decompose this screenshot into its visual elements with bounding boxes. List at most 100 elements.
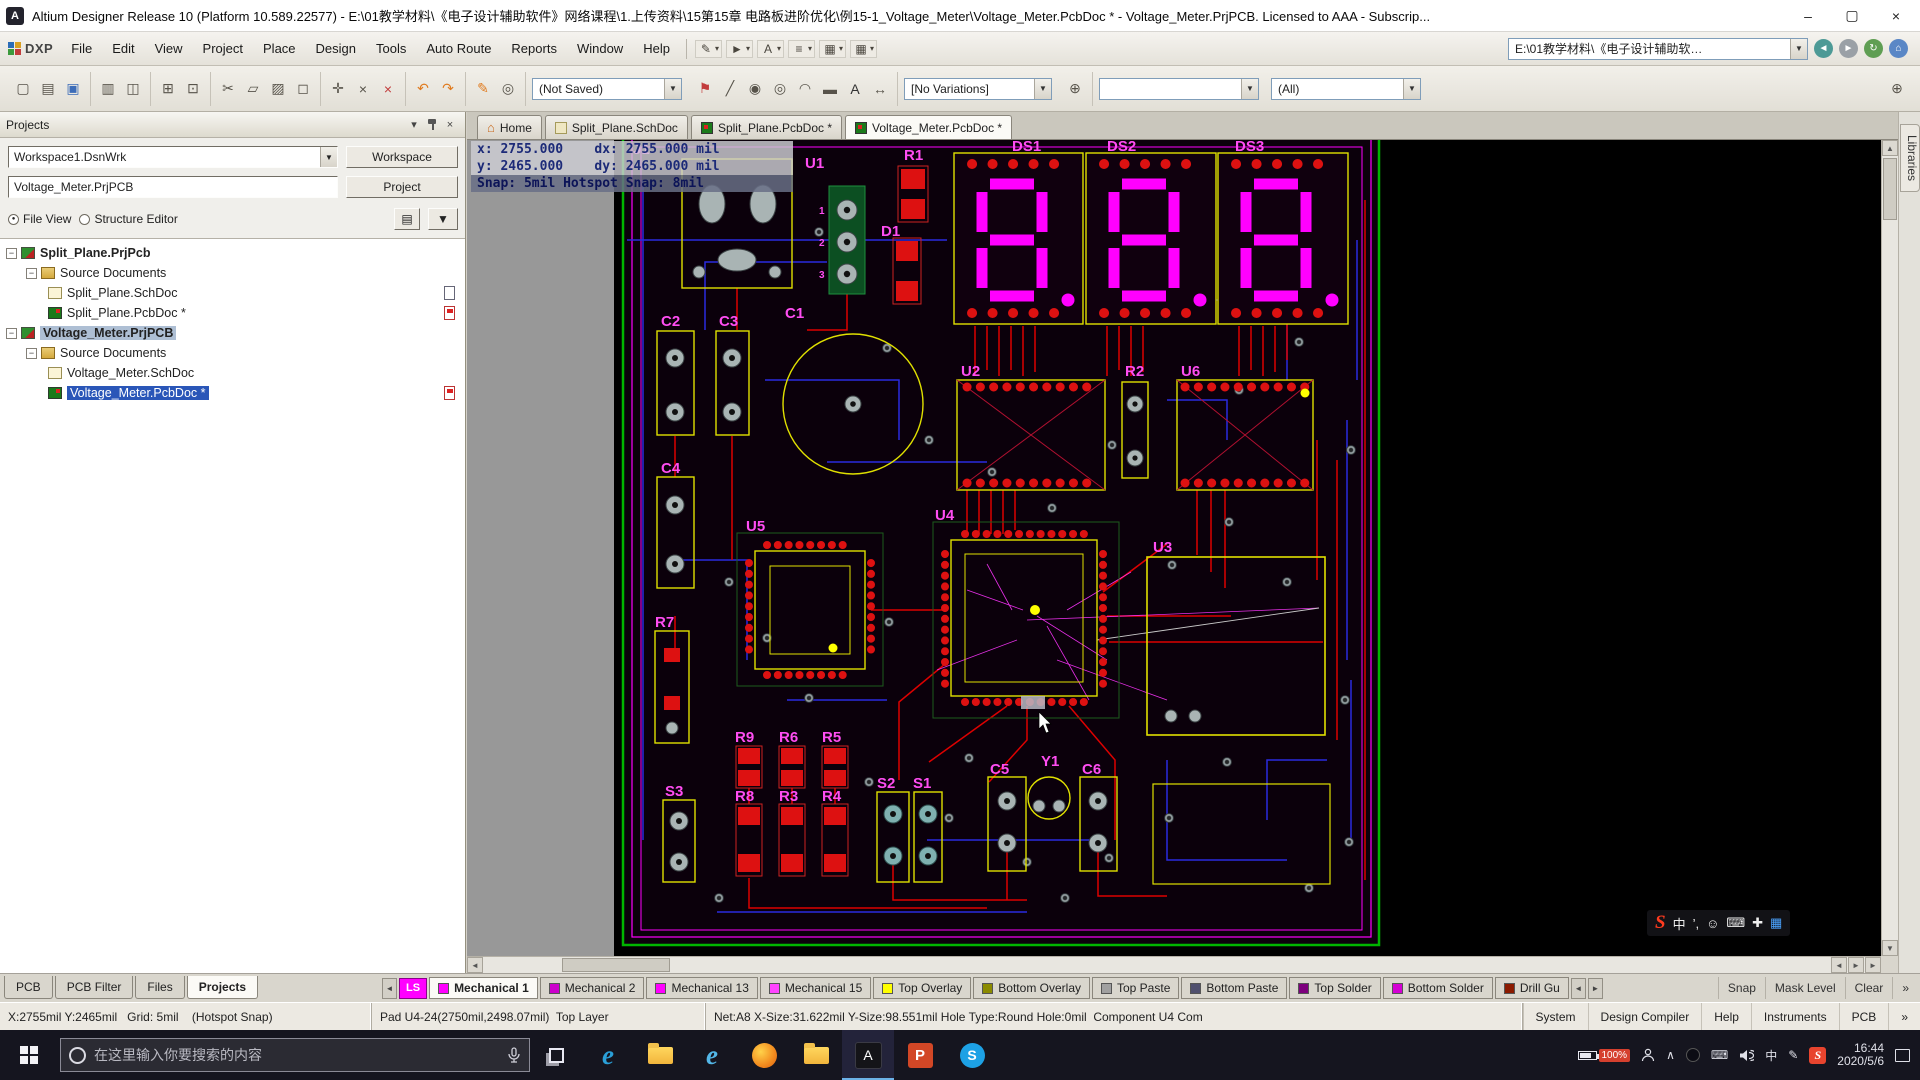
status-menu-instruments[interactable]: Instruments [1751, 1003, 1839, 1030]
clear-filter-icon[interactable]: × [376, 77, 400, 101]
keyboard-icon[interactable]: ⌨ [1711, 1048, 1728, 1062]
scroll-down-icon[interactable]: ▼ [1882, 940, 1898, 956]
pin-icon[interactable] [423, 116, 441, 134]
open-icon[interactable]: ▤ [36, 77, 60, 101]
align-tool-dropdown[interactable]: ≡▾ [788, 40, 815, 58]
component-DS3[interactable] [1218, 153, 1348, 324]
dragged-pad-highlight[interactable] [1021, 696, 1045, 709]
arc-icon[interactable]: ◠ [793, 77, 817, 101]
tab-home[interactable]: ⌂ Home [477, 115, 542, 139]
chevron-down-icon[interactable]: ▼ [320, 147, 337, 167]
clear-button[interactable]: Clear [1845, 977, 1893, 999]
scroll-up-icon[interactable]: ▲ [1882, 140, 1898, 156]
taskbar-icon-folder[interactable] [790, 1030, 842, 1080]
taskbar-icon-edge[interactable]: e [582, 1030, 634, 1080]
print-preview-icon[interactable]: ◫ [121, 77, 145, 101]
menu-item-view[interactable]: View [145, 37, 193, 60]
nav-home-button[interactable]: ⌂ [1889, 39, 1908, 58]
grid-settings-dropdown[interactable]: ▦▾ [850, 40, 877, 58]
route-icon[interactable]: ╱ [718, 77, 742, 101]
taskbar-icon-skype[interactable]: S [946, 1030, 998, 1080]
nav-back-button[interactable]: ◄ [1814, 39, 1833, 58]
dxp-menu[interactable]: DXP [4, 41, 61, 56]
nav-forward-button[interactable]: ► [1839, 39, 1858, 58]
component-DS1[interactable] [954, 153, 1083, 324]
move-icon[interactable]: ✛ [326, 77, 350, 101]
notification-center-icon[interactable] [1895, 1049, 1910, 1062]
layer-tab-bottom-solder[interactable]: Bottom Solder [1383, 977, 1493, 999]
collapse-icon[interactable]: − [6, 328, 17, 339]
pcb-canvas-viewport[interactable]: 1 2 3 [467, 140, 1898, 973]
layer-tabs-left-icon[interactable]: ◄ [1571, 978, 1586, 999]
layer-more-icon[interactable]: » [1892, 977, 1918, 999]
panel-tab-pcb-filter[interactable]: PCB Filter [55, 976, 134, 999]
string-icon[interactable]: A [843, 77, 867, 101]
new-icon[interactable]: ▢ [11, 77, 35, 101]
chevron-down-icon[interactable]: ▼ [1790, 39, 1807, 59]
status-menu-system[interactable]: System [1523, 1003, 1588, 1030]
selection-tool-dropdown[interactable]: ►▾ [726, 40, 753, 58]
tab-split-plane-pcbdoc[interactable]: Split_Plane.PcbDoc * [691, 115, 842, 139]
horizontal-scroll-thumb[interactable] [562, 958, 670, 972]
vertical-scrollbar[interactable]: ▲ ▼ [1881, 140, 1898, 956]
cut-icon[interactable]: ✂ [216, 77, 240, 101]
tree-item-split-plane-pcbdoc[interactable]: Split_Plane.PcbDoc * [0, 303, 465, 323]
pen-icon[interactable]: ✎ [1788, 1048, 1798, 1062]
menu-item-place[interactable]: Place [253, 37, 306, 60]
collapse-icon[interactable]: − [26, 348, 37, 359]
show-hidden-icons-chevron[interactable]: ∧ [1666, 1048, 1675, 1062]
search-input[interactable] [94, 1047, 499, 1063]
sogou-ime-bar[interactable]: S 中 ’, ☺ ⌨ ✚ ▦ [1647, 910, 1790, 936]
tree-item-source-documents-2[interactable]: − Source Documents [0, 343, 465, 363]
taskbar-icon-file-explorer[interactable] [634, 1030, 686, 1080]
status-menu-design-compiler[interactable]: Design Compiler [1588, 1003, 1702, 1030]
menu-item-edit[interactable]: Edit [102, 37, 144, 60]
preview-toggle-button[interactable]: ▤ [394, 208, 420, 230]
taskbar-search-box[interactable] [60, 1038, 530, 1072]
zoom-area-icon[interactable]: ⊡ [181, 77, 205, 101]
tab-scroll-left-icon[interactable]: ◄ [1831, 957, 1847, 973]
tree-item-source-documents-1[interactable]: − Source Documents [0, 263, 465, 283]
select-area-icon[interactable]: ◻ [291, 77, 315, 101]
workspace-button[interactable]: Workspace [346, 146, 458, 168]
status-menu-help[interactable]: Help [1701, 1003, 1751, 1030]
tree-item-split-plane-project[interactable]: − Split_Plane.PrjPcb [0, 243, 465, 263]
libraries-panel-tab[interactable]: Libraries [1900, 124, 1920, 192]
via-icon[interactable]: ◎ [768, 77, 792, 101]
chevron-down-icon[interactable]: ▾ [405, 116, 423, 134]
saved-state-combo[interactable]: (Not Saved) ▼ [532, 78, 682, 100]
tray-app-icon[interactable] [1686, 1048, 1700, 1062]
component-DS2[interactable] [1086, 153, 1216, 324]
chevron-down-icon[interactable]: ▼ [1241, 79, 1258, 99]
panel-tab-pcb[interactable]: PCB [4, 976, 53, 999]
layer-tab-bottom-overlay[interactable]: Bottom Overlay [973, 977, 1090, 999]
cross-probe-icon[interactable]: ◎ [496, 77, 520, 101]
redo-icon[interactable]: ↷ [436, 77, 460, 101]
pcb-document[interactable]: 1 2 3 [467, 140, 1881, 956]
tree-item-voltage-meter-schdoc[interactable]: Voltage_Meter.SchDoc [0, 363, 465, 383]
battery-icon[interactable]: 100% [1578, 1049, 1631, 1062]
pencil-tool-dropdown[interactable]: ✎▾ [695, 40, 722, 58]
ime-emoji-icon[interactable]: ☺ [1706, 916, 1719, 931]
taskbar-clock[interactable]: 16:44 2020/5/6 [1837, 1042, 1884, 1068]
sogou-logo-icon[interactable]: S [1655, 912, 1666, 934]
recent-path-combo[interactable]: E:\01教学材料\《电子设计辅助软… ▼ [1508, 38, 1808, 60]
cross-select-icon[interactable]: × [351, 77, 375, 101]
task-view-button[interactable] [530, 1030, 582, 1080]
minimize-button[interactable]: – [1786, 1, 1830, 31]
menu-item-project[interactable]: Project [193, 37, 253, 60]
undo-icon[interactable]: ↶ [411, 77, 435, 101]
panel-close-icon[interactable]: × [441, 116, 459, 134]
menu-item-reports[interactable]: Reports [501, 37, 567, 60]
tab-voltage-meter-pcbdoc[interactable]: Voltage_Meter.PcbDoc * [845, 115, 1012, 139]
pad-icon[interactable]: ◉ [743, 77, 767, 101]
paste-icon[interactable]: ▨ [266, 77, 290, 101]
tree-item-voltage-meter-project[interactable]: − Voltage_Meter.PrjPCB [0, 323, 465, 343]
fill-icon[interactable]: ▬ [818, 77, 842, 101]
dimension-icon[interactable]: ↔ [868, 77, 892, 101]
ime-keyboard-icon[interactable]: ⌨ [1726, 915, 1745, 931]
layer-scroll-left-icon[interactable]: ◄ [382, 978, 397, 999]
copy-icon[interactable]: ▱ [241, 77, 265, 101]
volume-icon[interactable] [1739, 1049, 1754, 1062]
tree-item-split-plane-schdoc[interactable]: Split_Plane.SchDoc [0, 283, 465, 303]
